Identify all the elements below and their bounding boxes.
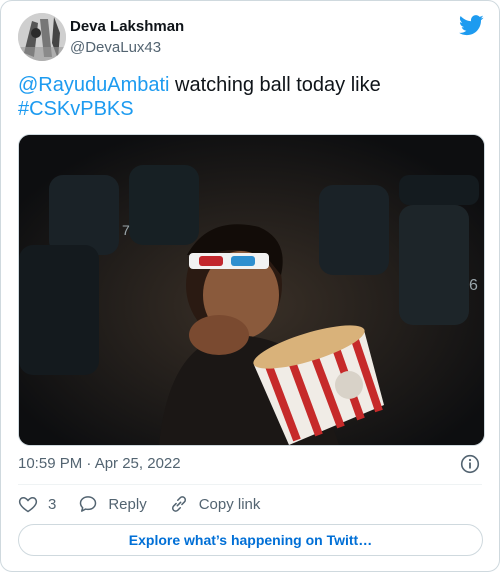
svg-text:6: 6 xyxy=(469,277,478,294)
reply-label: Reply xyxy=(108,495,147,513)
reply-button[interactable]: Reply xyxy=(78,494,147,514)
explore-button[interactable]: Explore what’s happening on Twitt… xyxy=(18,524,483,556)
link-icon xyxy=(171,496,186,512)
copy-link-button[interactable]: Copy link xyxy=(169,494,261,514)
like-button[interactable]: 3 xyxy=(18,494,56,514)
tweet-photo[interactable]: 7 6 xyxy=(18,134,485,446)
avatar[interactable] xyxy=(18,13,66,61)
divider xyxy=(18,484,482,485)
twitter-bird-icon[interactable] xyxy=(459,15,484,36)
info-icon[interactable] xyxy=(460,454,480,474)
tweet-body: watching ball today like xyxy=(169,74,381,96)
author-name[interactable]: Deva Lakshman xyxy=(70,18,184,35)
heart-icon xyxy=(18,496,38,513)
tweet-text: @RayuduAmbati watching ball today like #… xyxy=(18,73,478,121)
author-handle[interactable]: @DevaLux43 xyxy=(70,39,161,56)
cinema-photo: 7 6 xyxy=(19,135,484,445)
tweet-timestamp[interactable]: 10:59 PM · Apr 25, 2022 xyxy=(18,455,181,472)
mention-link[interactable]: @RayuduAmbati xyxy=(18,74,169,96)
tweet-card: Deva Lakshman @DevaLux43 @RayuduAmbati w… xyxy=(0,0,500,572)
like-count: 3 xyxy=(48,495,57,513)
svg-text:7: 7 xyxy=(122,222,130,238)
avatar-image xyxy=(18,13,66,61)
hashtag-link[interactable]: #CSKvPBKS xyxy=(18,98,134,120)
reply-bubble-icon xyxy=(80,496,97,512)
action-bar: 3 Reply Copy link xyxy=(18,493,282,515)
copy-link-label: Copy link xyxy=(198,495,261,513)
